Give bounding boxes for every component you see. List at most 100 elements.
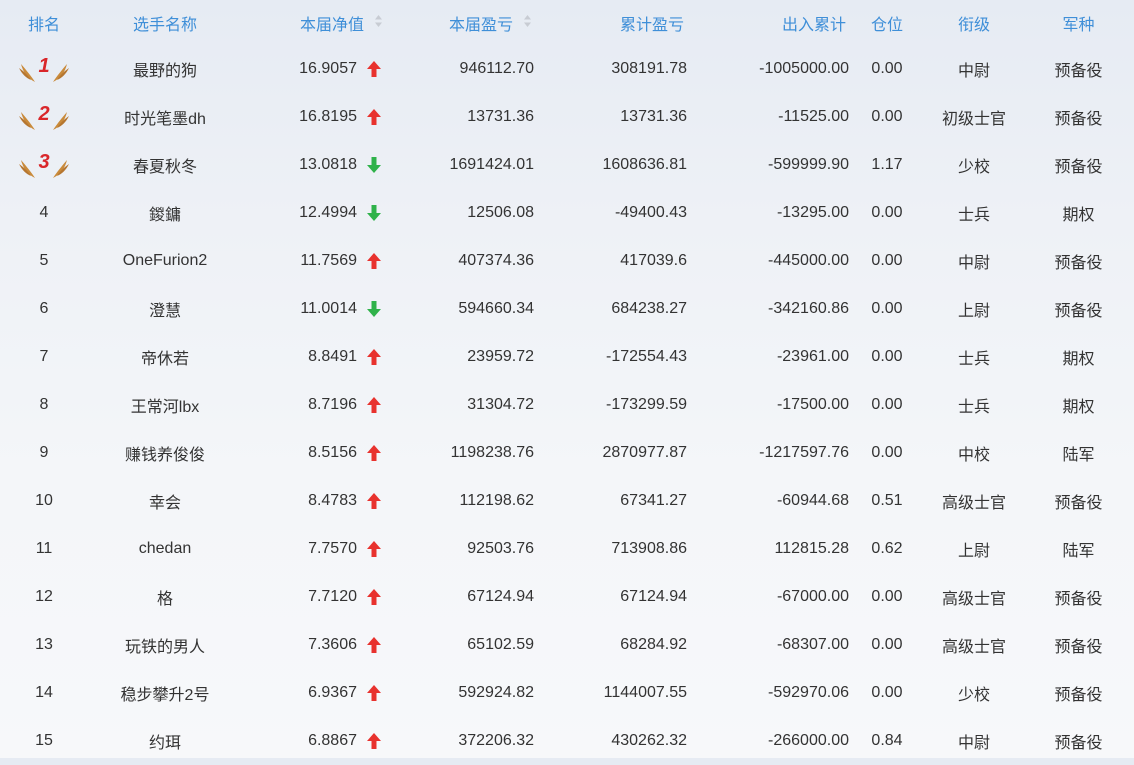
player-name[interactable]: chedan xyxy=(88,525,242,573)
trend-up-icon xyxy=(362,333,386,381)
army-type: 期权 xyxy=(1062,351,1095,368)
nav-value: 11.7569 xyxy=(300,252,357,269)
player-name[interactable]: 帝休若 xyxy=(88,333,242,381)
rank-medal: 3 xyxy=(0,141,88,189)
position-value: 0.00 xyxy=(871,108,903,125)
current-pnl: 23959.72 xyxy=(467,348,534,365)
trend-up-icon xyxy=(362,429,386,477)
table-row[interactable]: 14 稳步攀升2号 6.9367 592924.82 1144007.55 -592970… xyxy=(0,669,1134,717)
cumulative-pnl: 713908.86 xyxy=(611,540,687,557)
nav-value: 8.8491 xyxy=(308,348,357,365)
cumulative-pnl: 308191.78 xyxy=(611,60,687,77)
in-out-total: -592970.06 xyxy=(768,684,849,701)
army-type: 预备役 xyxy=(1054,687,1103,704)
player-name[interactable]: 格 xyxy=(88,573,242,621)
header-cumulative-pnl: 累计盈亏 xyxy=(619,16,684,34)
rank-number: 14 xyxy=(35,684,53,701)
player-name[interactable]: 赚钱养俊俊 xyxy=(88,429,242,477)
trend-up-icon xyxy=(362,45,386,93)
table-row[interactable]: 11 chedan 7.7570 92503.76 713908.86 112815.28… xyxy=(0,525,1134,573)
in-out-total: -599999.90 xyxy=(768,156,849,173)
table-row[interactable]: 3 春夏秋冬 13.0818 1691424.01 1608636.81 -599999.… xyxy=(0,141,1134,189)
table-row[interactable]: 6 澄慧 11.0014 594660.34 684238.27 -342160.86 0.… xyxy=(0,285,1134,333)
nav-value: 16.9057 xyxy=(299,60,357,77)
table-body: 1 最野的狗 16.9057 946112.70 308191.78 -1005000.0… xyxy=(0,45,1134,765)
cumulative-pnl: 684238.27 xyxy=(611,300,687,317)
player-name[interactable]: 稳步攀升2号 xyxy=(88,669,242,717)
nav-value: 12.4994 xyxy=(299,204,357,221)
in-out-total: -342160.86 xyxy=(768,300,849,317)
header-current-pnl-sortable[interactable]: 本届盈亏 xyxy=(386,0,532,45)
player-name[interactable]: 时光笔墨dh xyxy=(88,93,242,141)
position-value: 0.00 xyxy=(871,396,903,413)
cumulative-pnl: 67124.94 xyxy=(620,588,687,605)
trend-up-icon xyxy=(362,381,386,429)
table-row[interactable]: 7 帝休若 8.8491 23959.72 -172554.43 -23961.00 0.0… xyxy=(0,333,1134,381)
cumulative-pnl: 2870977.87 xyxy=(602,444,687,461)
position-value: 0.00 xyxy=(871,348,903,365)
player-name[interactable]: 玩铁的男人 xyxy=(88,621,242,669)
cumulative-pnl: 13731.36 xyxy=(620,108,687,125)
army-type: 预备役 xyxy=(1054,159,1103,176)
position-value: 0.00 xyxy=(871,60,903,77)
sort-icon[interactable] xyxy=(374,14,383,33)
in-out-total: -60944.68 xyxy=(776,492,849,509)
rank-title: 少校 xyxy=(957,159,990,176)
table-header: 排名 选手名称 本届净值 本届盈亏 累计盈亏 出入累计 仓位 衔级 军种 xyxy=(0,0,1134,45)
trend-up-icon xyxy=(362,237,386,285)
nav-value: 6.9367 xyxy=(308,684,357,701)
player-name[interactable]: 鍐鏞 xyxy=(88,189,242,237)
army-type: 预备役 xyxy=(1054,255,1103,272)
rank-medal: 1 xyxy=(0,45,88,93)
header-current-pnl-label: 本届盈亏 xyxy=(448,16,513,34)
table-row[interactable]: 1 最野的狗 16.9057 946112.70 308191.78 -1005000.0… xyxy=(0,45,1134,93)
table-row[interactable]: 8 王常河lbx 8.7196 31304.72 -173299.59 -17500.00… xyxy=(0,381,1134,429)
army-type: 预备役 xyxy=(1054,495,1103,512)
header-army: 军种 xyxy=(1062,16,1095,34)
table-row[interactable]: 10 幸会 8.4783 112198.62 67341.27 -60944.68 0.51… xyxy=(0,477,1134,525)
current-pnl: 946112.70 xyxy=(459,60,534,77)
table-row[interactable]: 12 格 7.7120 67124.94 67124.94 -67000.00 0.00 高级… xyxy=(0,573,1134,621)
nav-value: 7.7570 xyxy=(308,540,357,557)
rank-title: 初级士官 xyxy=(941,111,1006,128)
in-out-total: -67000.00 xyxy=(776,588,849,605)
nav-value: 16.8195 xyxy=(299,108,357,125)
nav-value: 8.5156 xyxy=(308,444,357,461)
laurel-medal-icon: 2 xyxy=(19,103,69,130)
table-row[interactable]: 13 玩铁的男人 7.3606 65102.59 68284.92 -68307.00 0.… xyxy=(0,621,1134,669)
player-name[interactable]: 最野的狗 xyxy=(88,45,242,93)
header-in-out: 出入累计 xyxy=(781,16,846,34)
cumulative-pnl: 1608636.81 xyxy=(602,156,687,173)
sort-icon[interactable] xyxy=(523,14,532,33)
table-row[interactable]: 4 鍐鏞 12.4994 12506.08 -49400.43 -13295.00 0.00… xyxy=(0,189,1134,237)
player-name[interactable]: OneFurion2 xyxy=(88,237,242,285)
trend-up-icon xyxy=(362,93,386,141)
nav-value: 11.0014 xyxy=(300,300,357,317)
rank-title: 中校 xyxy=(957,447,990,464)
cumulative-pnl: 417039.6 xyxy=(620,252,687,269)
table-row[interactable]: 5 OneFurion2 11.7569 407374.36 417039.6 -4450… xyxy=(0,237,1134,285)
table-row[interactable]: 9 赚钱养俊俊 8.5156 1198238.76 2870977.87 -1217597… xyxy=(0,429,1134,477)
in-out-total: -68307.00 xyxy=(776,636,849,653)
laurel-medal-icon: 3 xyxy=(19,151,69,178)
rank-number: 9 xyxy=(39,444,49,461)
table-row[interactable]: 2 时光笔墨dh 16.8195 13731.36 13731.36 -11525.00 0… xyxy=(0,93,1134,141)
current-pnl: 407374.36 xyxy=(458,252,534,269)
position-value: 0.00 xyxy=(871,684,903,701)
trend-up-icon xyxy=(362,525,386,573)
army-type: 预备役 xyxy=(1054,591,1103,608)
player-name[interactable]: 澄慧 xyxy=(88,285,242,333)
in-out-total: -17500.00 xyxy=(776,396,849,413)
rank-number: 5 xyxy=(39,252,49,269)
rank-title: 高级士官 xyxy=(941,591,1006,608)
current-pnl: 592924.82 xyxy=(458,684,534,701)
trend-down-icon xyxy=(362,189,386,237)
rank-number: 12 xyxy=(35,588,53,605)
header-nav-sortable[interactable]: 本届净值 xyxy=(242,0,383,45)
player-name[interactable]: 幸会 xyxy=(88,477,242,525)
ranking-table: 排名 选手名称 本届净值 本届盈亏 累计盈亏 出入累计 仓位 衔级 军种 1 最野… xyxy=(0,0,1134,758)
rank-title: 少校 xyxy=(957,687,990,704)
army-type: 预备役 xyxy=(1054,111,1103,128)
player-name[interactable]: 春夏秋冬 xyxy=(88,141,242,189)
player-name[interactable]: 王常河lbx xyxy=(88,381,242,429)
